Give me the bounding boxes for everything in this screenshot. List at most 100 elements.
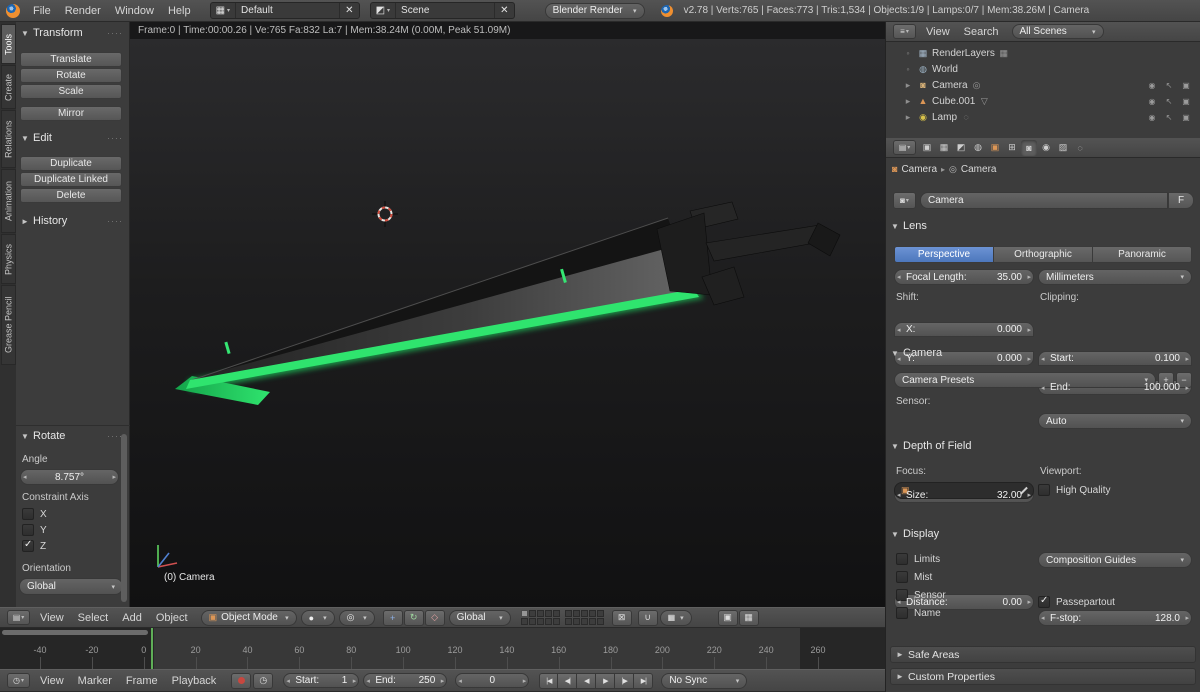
properties-tab-physics[interactable]: ◌ xyxy=(1072,140,1088,156)
viewport-shading-dropdown[interactable]: ● xyxy=(300,609,335,626)
mirror-button[interactable]: Mirror xyxy=(20,106,122,121)
z-axis-checkbox[interactable] xyxy=(22,539,34,552)
composition-guides-dropdown[interactable]: Composition Guides xyxy=(1038,552,1192,568)
orientation-dropdown[interactable]: Global xyxy=(19,578,123,595)
outliner-row-camera[interactable]: ▸ ◙ Camera ◎ ◉ ↖ ▣ xyxy=(886,77,1200,93)
3d-viewport[interactable]: Frame:0 | Time:00:00.26 | Ve:765 Fa:832 … xyxy=(130,22,885,607)
playback-button[interactable]: ▶| xyxy=(634,672,654,689)
properties-tab-material[interactable]: ◉ xyxy=(1038,140,1054,156)
edit-panel-header[interactable]: ▼ Edit xyxy=(20,132,126,144)
properties-tab-constraints[interactable]: ⊞ xyxy=(1004,140,1020,156)
dof-panel-header[interactable]: ▼ Depth of Field xyxy=(890,440,1192,452)
orthographic-button[interactable]: Orthographic xyxy=(994,246,1093,263)
selectability-restrict-icon[interactable]: ↖ xyxy=(1162,97,1176,106)
rotate-button[interactable]: Rotate xyxy=(20,68,122,83)
properties-tab-object-data[interactable]: ◙ xyxy=(1021,139,1037,156)
breadcrumb-data[interactable]: Camera xyxy=(961,164,997,175)
scale-manipulator-button[interactable]: ◇ xyxy=(424,609,445,626)
transform-orientation-dropdown[interactable]: Global xyxy=(448,609,511,626)
layer-toggle[interactable] xyxy=(528,618,536,625)
viewport-scene[interactable] xyxy=(130,39,885,607)
timeline-editor-type-button[interactable]: ◷ xyxy=(7,673,30,688)
menu-window[interactable]: Window xyxy=(108,5,161,17)
expander-icon[interactable]: ▸ xyxy=(902,112,914,123)
snap-toggle-button[interactable]: ∪ xyxy=(637,609,658,626)
passepartout-checkbox[interactable] xyxy=(1038,595,1050,608)
properties-tab-world[interactable]: ◍ xyxy=(970,140,986,156)
mode-dropdown[interactable]: ▣ Object Mode xyxy=(200,609,297,626)
camera-presets-dropdown[interactable]: Camera Presets xyxy=(894,372,1156,388)
selectability-restrict-icon[interactable]: ↖ xyxy=(1162,113,1176,122)
outliner-row-lamp[interactable]: ▸ ◉ Lamp ◌ ◉ ↖ ▣ xyxy=(886,109,1200,125)
rotate-operator-header[interactable]: ▼ Rotate xyxy=(20,430,126,442)
high-quality-checkbox[interactable] xyxy=(1038,484,1050,496)
outliner-row-world[interactable]: ◦ ◍ World xyxy=(886,61,1200,77)
layer-toggle[interactable] xyxy=(528,610,536,617)
limits-checkbox[interactable] xyxy=(896,553,908,565)
render-engine-dropdown[interactable]: Blender Render xyxy=(544,2,645,19)
visibility-restrict-icon[interactable]: ◉ xyxy=(1145,81,1159,90)
scene-close-button[interactable]: ✕ xyxy=(494,3,513,18)
visibility-restrict-icon[interactable]: ◉ xyxy=(1145,97,1159,106)
render-restrict-icon[interactable]: ▣ xyxy=(1179,81,1193,90)
render-restrict-icon[interactable]: ▣ xyxy=(1179,113,1193,122)
timeline-menu-view[interactable]: View xyxy=(33,675,71,687)
layer-toggle[interactable] xyxy=(596,610,604,617)
layer-toggle[interactable] xyxy=(552,610,560,617)
delete-button[interactable]: Delete xyxy=(20,188,122,203)
fstop-field[interactable]: F-stop:128.0 xyxy=(1038,610,1192,626)
layer-toggle[interactable] xyxy=(536,618,544,625)
breadcrumb-object[interactable]: Camera xyxy=(901,164,937,175)
preview-range-button[interactable]: ◷ xyxy=(253,672,274,689)
sensor-fit-dropdown[interactable]: Auto xyxy=(1038,413,1192,429)
outliner-menu-search[interactable]: Search xyxy=(957,26,1006,38)
layer-toggle[interactable] xyxy=(588,610,596,617)
pivot-center-dropdown[interactable]: ◎ xyxy=(338,609,375,626)
duplicate-linked-button[interactable]: Duplicate Linked xyxy=(20,172,122,187)
layer-toggle[interactable] xyxy=(564,610,572,617)
scene-browse-button[interactable]: ◩ xyxy=(371,3,395,18)
tab-physics[interactable]: Physics xyxy=(1,234,16,284)
tab-animation[interactable]: Animation xyxy=(1,169,16,233)
timeline-menu-playback[interactable]: Playback xyxy=(165,675,224,687)
scene-name[interactable]: Scene xyxy=(395,3,494,18)
layer-toggle[interactable] xyxy=(564,618,572,625)
layer-toggle[interactable] xyxy=(580,618,588,625)
shift-x-field[interactable]: X:0.000 xyxy=(894,322,1034,337)
render-restrict-icon[interactable]: ▣ xyxy=(1179,97,1193,106)
viewport-menu-add[interactable]: Add xyxy=(115,612,149,624)
visibility-restrict-icon[interactable]: ◉ xyxy=(1145,113,1159,122)
timeline-scrollbar[interactable] xyxy=(2,630,148,635)
translate-manipulator-button[interactable]: + xyxy=(382,609,403,626)
translate-button[interactable]: Translate xyxy=(20,52,122,67)
selectability-restrict-icon[interactable]: ↖ xyxy=(1162,81,1176,90)
display-panel-header[interactable]: ▼ Display xyxy=(890,528,1192,540)
menu-help[interactable]: Help xyxy=(161,5,198,17)
focal-length-field[interactable]: Focal Length:35.00 xyxy=(894,269,1034,285)
panel-grip[interactable] xyxy=(107,28,126,38)
menu-file[interactable]: File xyxy=(26,5,58,17)
properties-tab-scene[interactable]: ◩ xyxy=(953,140,969,156)
frame-start-field[interactable]: Start:1 xyxy=(283,673,360,688)
datablock-name-field[interactable]: Camera xyxy=(920,192,1168,209)
angle-value-field[interactable]: 8.757° xyxy=(20,469,119,485)
transform-panel-header[interactable]: ▼ Transform xyxy=(20,27,126,39)
screen-layout-close-button[interactable]: ✕ xyxy=(339,3,358,18)
mist-checkbox[interactable] xyxy=(896,571,908,583)
snap-element-dropdown[interactable]: ▦ xyxy=(659,609,692,626)
lens-unit-dropdown[interactable]: Millimeters xyxy=(1038,269,1192,285)
viewport-menu-view[interactable]: View xyxy=(33,612,71,624)
outliner-row-renderlayers[interactable]: ◦ ▦ RenderLayers ▦ xyxy=(886,45,1200,61)
timeline-track[interactable]: -40 -20 0 20 40 60 80 100 120 140 160 180 200 220 240 2… xyxy=(0,628,885,669)
name-checkbox[interactable] xyxy=(896,607,908,619)
playback-button[interactable]: ◀| xyxy=(558,672,578,689)
tab-relations[interactable]: Relations xyxy=(1,110,16,168)
rotate-manipulator-button[interactable]: ↻ xyxy=(403,609,424,626)
sword-model[interactable] xyxy=(175,201,841,405)
fake-user-button[interactable]: F xyxy=(1168,192,1194,209)
av-sync-dropdown[interactable]: No Sync xyxy=(661,672,748,689)
lens-panel-header[interactable]: ▼ Lens xyxy=(890,220,1192,232)
blender-logo-icon[interactable] xyxy=(6,3,20,18)
layer-toggle[interactable] xyxy=(544,618,552,625)
properties-tab-object[interactable]: ▣ xyxy=(987,140,1003,156)
